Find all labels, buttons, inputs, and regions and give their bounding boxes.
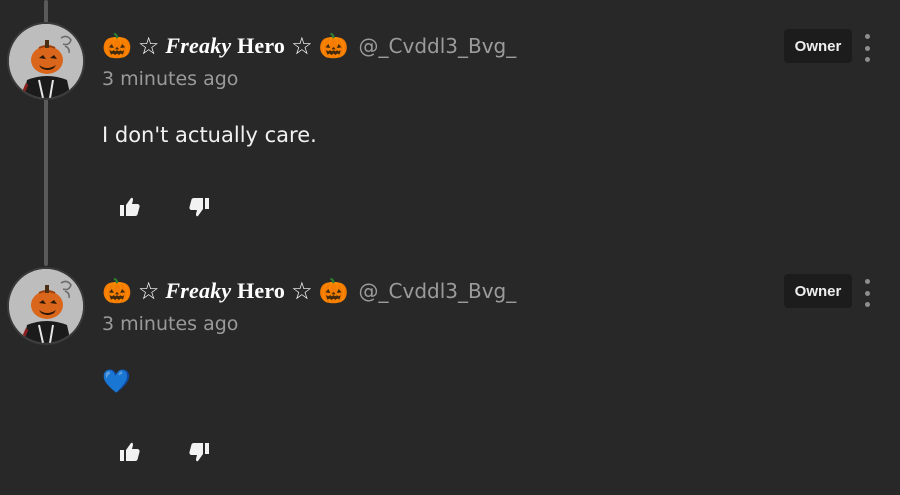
comment-item: 🎃 ☆ Freaky Hero ☆ 🎃 @_Cvddl3_Bvg_ 3 minu… <box>0 245 900 485</box>
author-avatar[interactable] <box>9 269 83 343</box>
owner-badge: Owner <box>784 29 852 63</box>
pumpkin-emoji-icon: 🎃 <box>318 277 349 305</box>
comment-body: 💙 <box>102 369 131 395</box>
author-avatar[interactable] <box>9 24 83 98</box>
star-icon: ☆ <box>137 277 160 305</box>
author-name: Freaky Hero <box>165 33 285 59</box>
like-button[interactable] <box>117 439 143 465</box>
pumpkin-emoji-icon: 🎃 <box>318 32 349 60</box>
pumpkin-emoji-icon: 🎃 <box>102 32 132 60</box>
vertical-dots-icon <box>864 34 870 39</box>
author-name-fancy: Freaky <box>165 33 232 58</box>
author-name-plain: Hero <box>237 278 286 303</box>
thumbs-up-icon <box>120 197 140 216</box>
comment-thread: 🎃 ☆ Freaky Hero ☆ 🎃 @_Cvddl3_Bvg_ 3 minu… <box>0 0 900 495</box>
dislike-button[interactable] <box>186 194 212 220</box>
pumpkin-head-avatar-icon <box>9 24 83 98</box>
comment-timestamp[interactable]: 3 minutes ago <box>102 68 238 90</box>
author-display-name[interactable]: 🎃 ☆ Freaky Hero ☆ 🎃 <box>102 33 349 59</box>
owner-badge: Owner <box>784 274 852 308</box>
more-options-button[interactable] <box>856 279 878 307</box>
author-name-fancy: Freaky <box>165 278 232 303</box>
comment-item: 🎃 ☆ Freaky Hero ☆ 🎃 @_Cvddl3_Bvg_ 3 minu… <box>0 0 900 240</box>
star-icon: ☆ <box>291 32 313 60</box>
author-name: Freaky Hero <box>165 278 285 304</box>
star-icon: ☆ <box>137 32 160 60</box>
author-handle[interactable]: @_Cvddl3_Bvg_ <box>359 279 517 303</box>
thumbs-down-icon <box>189 443 209 462</box>
more-options-button[interactable] <box>856 34 878 62</box>
comment-body: I don't actually care. <box>102 123 317 147</box>
pumpkin-head-avatar-icon <box>9 269 83 343</box>
dislike-button[interactable] <box>186 439 212 465</box>
vertical-dots-icon <box>864 279 870 284</box>
comment-header: 🎃 ☆ Freaky Hero ☆ 🎃 @_Cvddl3_Bvg_ <box>102 30 516 62</box>
comment-timestamp[interactable]: 3 minutes ago <box>102 313 238 335</box>
author-display-name[interactable]: 🎃 ☆ Freaky Hero ☆ 🎃 <box>102 278 349 304</box>
pumpkin-emoji-icon: 🎃 <box>102 277 132 305</box>
like-button[interactable] <box>117 194 143 220</box>
star-icon: ☆ <box>291 277 313 305</box>
author-name-plain: Hero <box>237 33 286 58</box>
comment-header: 🎃 ☆ Freaky Hero ☆ 🎃 @_Cvddl3_Bvg_ <box>102 275 516 307</box>
thumbs-up-icon <box>120 442 140 461</box>
author-handle[interactable]: @_Cvddl3_Bvg_ <box>359 34 517 58</box>
thumbs-down-icon <box>189 198 209 217</box>
